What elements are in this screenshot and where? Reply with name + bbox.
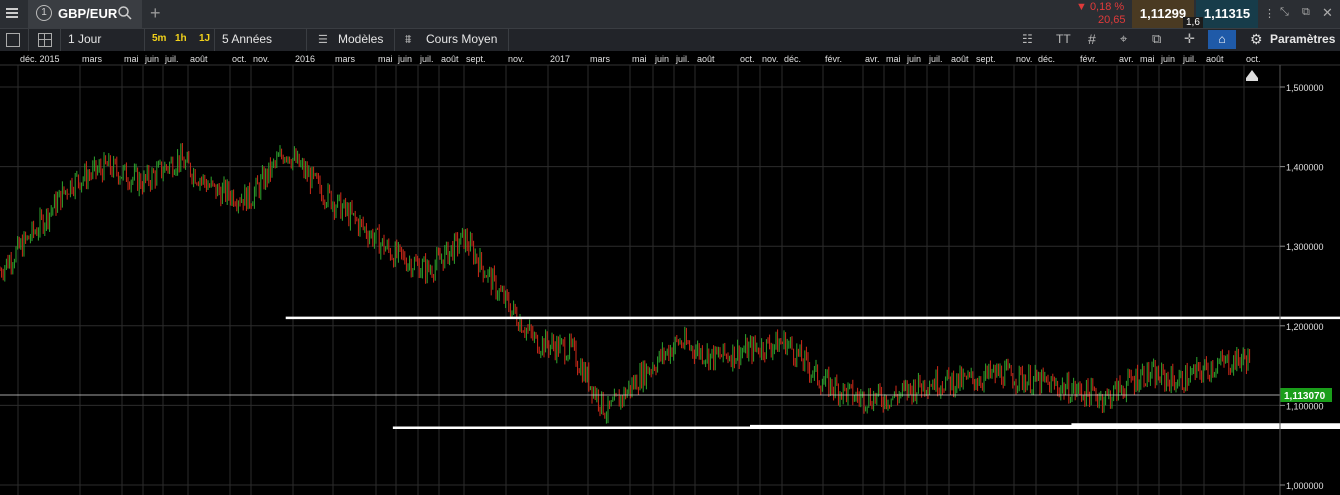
y-axis: 1,500000 1,400000 1,300000 1,200000 1,100000… [1246,65,1324,495]
timeframe-1j-button[interactable]: 1J [199,33,210,44]
x-tick-label: févr. [1080,54,1097,64]
period-dropdown[interactable]: 1 Jour [68,32,101,46]
x-tick-label: nov. [508,54,524,64]
symbol-label: GBP/EUR [58,6,118,21]
text-size-icon[interactable]: TT [1056,32,1071,46]
x-tick-label: nov. [1016,54,1032,64]
search-icon[interactable] [118,6,132,20]
x-tick-label: déc. [1038,54,1055,64]
tab-number-badge: 1 [36,5,52,21]
y-tick-label: 1,500000 [1286,83,1324,93]
x-tick-label: août [1206,54,1224,64]
range-dropdown[interactable]: 5 Années [222,32,272,46]
support-lines: 1,113070 [0,316,1340,429]
x-tick-label: juin [144,54,159,64]
x-tick-label: mai [632,54,647,64]
candles [0,142,1251,424]
settings-button[interactable]: Paramètres [1270,32,1335,46]
x-tick-label: nov. [762,54,778,64]
scroll-handle-icon [1246,70,1258,78]
grid-icon[interactable]: # [1088,31,1096,47]
x-tick-label: juil. [419,54,434,64]
instrument-tab[interactable]: 1 GBP/EUR [28,0,142,28]
x-tick-label: avr. [865,54,880,64]
x-tick-label: août [190,54,208,64]
x-tick-label: juin [397,54,412,64]
x-tick-label: mai [1140,54,1155,64]
x-tick-label: oct. [232,54,247,64]
x-tick-label: mai [124,54,139,64]
x-tick-label: août [951,54,969,64]
x-tick-label: mars [335,54,355,64]
x-tick-label: juil. [928,54,943,64]
top-bar: 1 GBP/EUR + ▼ 0,18 % 20,65 1,11299 1,113… [0,0,1340,28]
close-icon[interactable]: ✕ [1322,5,1333,21]
expand-icon[interactable]: ⤡ [1280,6,1289,19]
timeframe-5m-button[interactable]: 5m [152,33,166,44]
cursor-icon[interactable]: ✛ [1184,31,1195,47]
x-tick-label: mars [82,54,102,64]
layout-icon[interactable] [38,33,52,47]
change-percent: ▼ 0,18 % [1076,1,1125,13]
y-tick-label: 1,400000 [1286,163,1324,173]
x-tick-label: mars [590,54,610,64]
hamburger-menu-icon[interactable] [6,8,18,18]
indicator-icon: ⩩ [405,32,412,46]
add-tab-button[interactable]: + [150,3,161,24]
x-tick-label: févr. [825,54,842,64]
y-tick-label: 1,200000 [1286,322,1324,332]
models-button[interactable]: Modèles [338,32,383,46]
list-icon[interactable] [6,33,20,47]
models-icon: ☰ [318,34,328,46]
x-tick-label: juil. [675,54,690,64]
x-tick-label: juil. [1182,54,1197,64]
x-tick-label: août [441,54,459,64]
x-tick-label: mai [378,54,393,64]
x-tick-label: juil. [164,54,179,64]
x-tick-label: oct. [740,54,755,64]
x-tick-label: juin [654,54,669,64]
chart-toolbar: 1 Jour 5m 1h 1J 5 Années ☰ Modèles ⩩ Cou… [0,28,1340,52]
y-tick-label: 1,100000 [1286,401,1324,411]
x-tick-label: août [697,54,715,64]
x-tick-label: oct. [1246,54,1261,64]
change-absolute: 20,65 [1098,14,1126,26]
x-tick-label: nov. [253,54,269,64]
x-tick-label: sept. [976,54,996,64]
price-chart[interactable]: déc. 2015 mars mai juin juil. août oct. nov. 201… [0,51,1340,495]
chart-grid [0,65,1280,495]
tag-icon[interactable]: ⌂ [1208,30,1236,49]
x-tick-label: déc. [784,54,801,64]
ask-price-button[interactable]: 1,11315 [1196,0,1258,28]
y-tick-label: 1,300000 [1286,242,1324,252]
x-tick-label: juin [906,54,921,64]
x-tick-label: juin [1160,54,1175,64]
x-tick-label: 2016 [295,54,315,64]
x-tick-label: 2017 [550,54,570,64]
crosshair-icon[interactable]: ⌖ [1120,31,1127,47]
copy-icon[interactable]: ⧉ [1152,31,1161,47]
drawing-list-icon[interactable]: ☷ [1022,32,1033,46]
x-tick-label: déc. 2015 [20,54,60,64]
minimize-icon[interactable]: ⋮ [1264,7,1275,20]
x-tick-label: mai [886,54,901,64]
x-tick-label: avr. [1119,54,1134,64]
y-tick-label: 1,000000 [1286,481,1324,491]
timeframe-1h-button[interactable]: 1h [175,33,187,44]
indicator-button[interactable]: Cours Moyen [426,32,497,46]
spread-badge: 1,6 [1183,17,1203,28]
last-price-label: 1,113070 [1284,391,1326,402]
gear-icon[interactable]: ⚙ [1250,31,1263,48]
popout-icon[interactable]: ⧉ [1302,6,1310,19]
x-tick-label: sept. [466,54,486,64]
x-axis-labels: déc. 2015 mars mai juin juil. août oct. nov. 201… [0,51,1340,66]
